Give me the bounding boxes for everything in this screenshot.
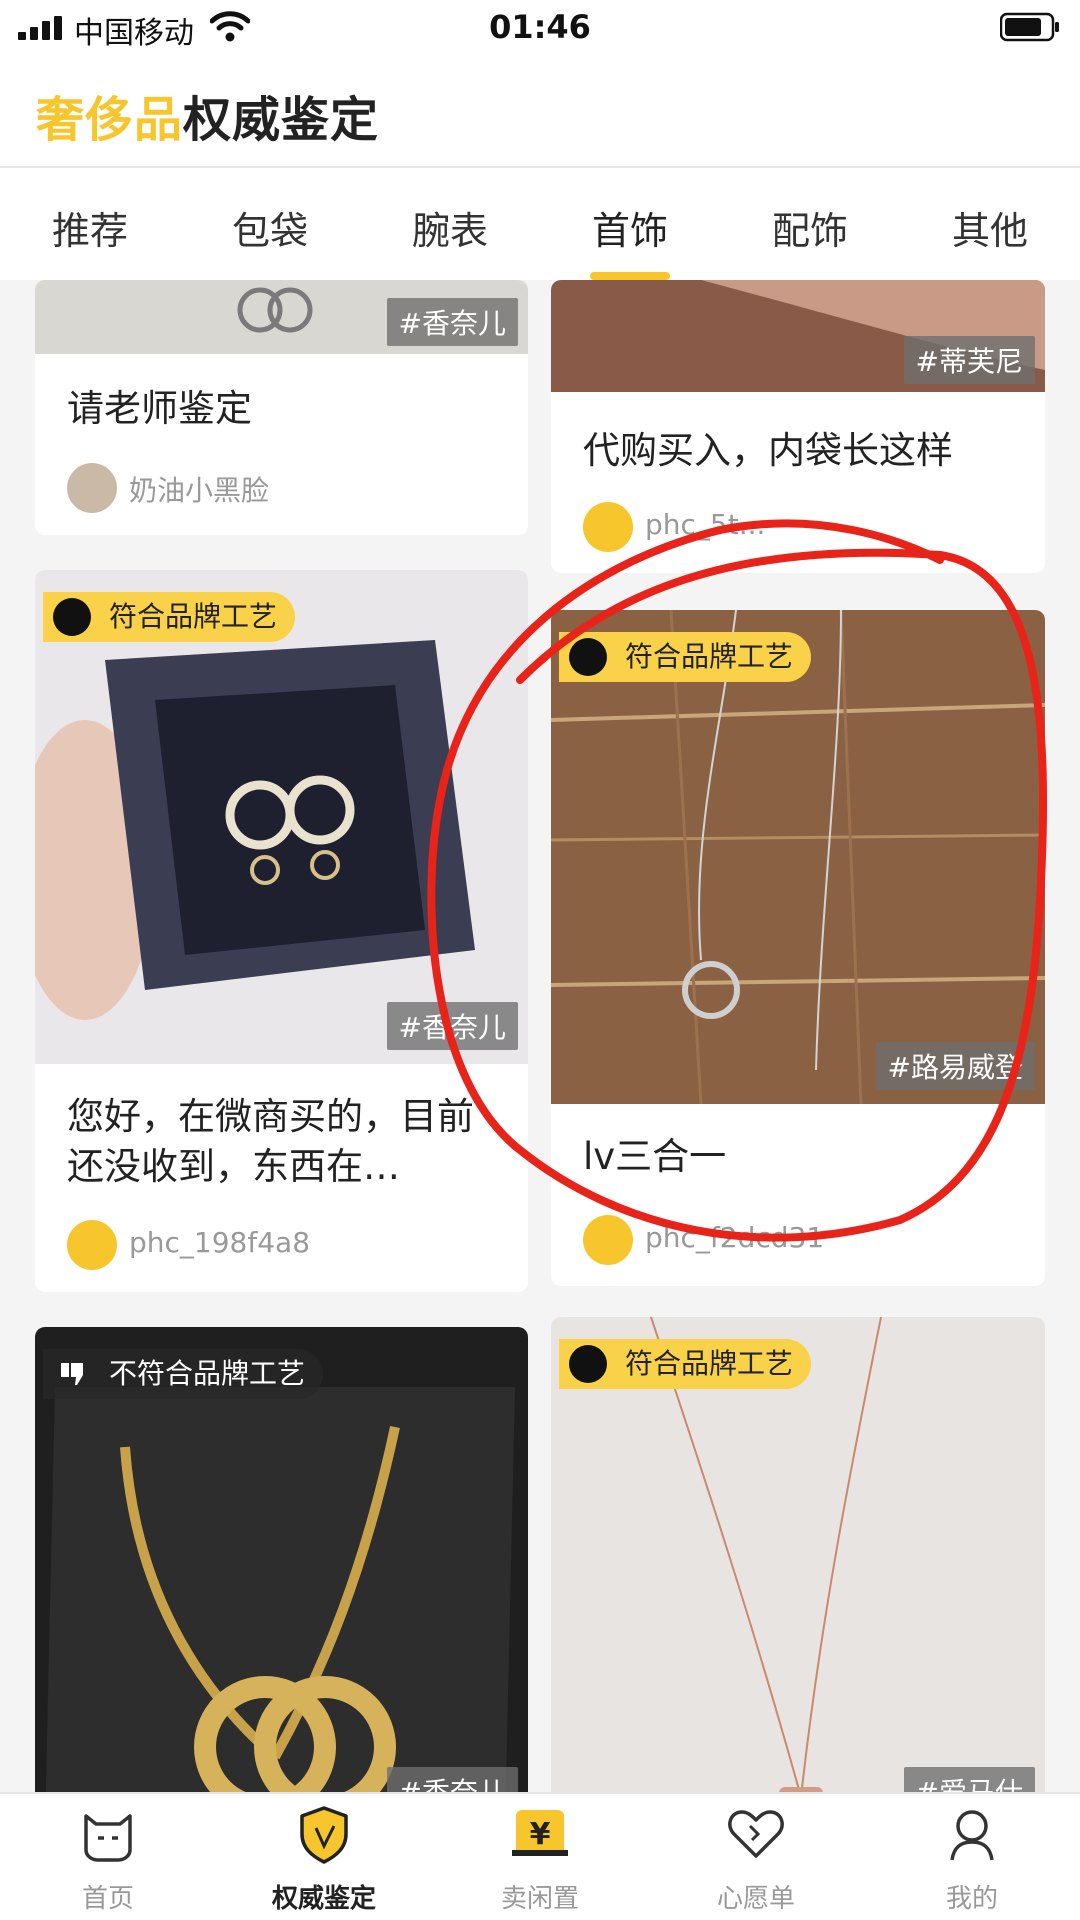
card-photo: 符合品牌工艺 #香奈儿 (35, 570, 528, 1064)
card-photo: 符合品牌工艺 #路易威登 (551, 610, 1045, 1104)
heart-icon (728, 1810, 784, 1858)
avatar (583, 1215, 633, 1265)
profile-icon (950, 1810, 994, 1861)
brand-tag: #爱马仕 (903, 1767, 1035, 1792)
username: phc_5t... (645, 508, 766, 541)
appraisal-card[interactable]: #香奈儿 请老师鉴定 奶油小黑脸 (35, 280, 528, 535)
nav-label: 权威鉴定 (271, 1884, 376, 1914)
yen-box-icon: ¥ (512, 1810, 568, 1856)
verdict-badge: 符合品牌工艺 (559, 632, 812, 682)
thumbs-up-icon (53, 598, 91, 636)
cat-face-icon (84, 1814, 132, 1862)
card-caption: 请老师鉴定 (67, 387, 252, 430)
svg-text:¥: ¥ (530, 1817, 551, 1852)
nav-home[interactable]: 首页 (28, 1794, 188, 1920)
thumbs-up-icon (569, 1345, 607, 1383)
thumbs-down-icon (61, 1363, 83, 1385)
appraisal-card[interactable]: 不符合品牌工艺 #香奈儿 (35, 1327, 528, 1792)
title-rest: 权威鉴定 (183, 92, 380, 148)
brand-tag: #香奈儿 (386, 1767, 518, 1792)
shield-icon (300, 1806, 348, 1864)
nav-wishlist[interactable]: 心愿单 (676, 1794, 836, 1920)
card-photo: #香奈儿 (35, 280, 528, 354)
tab-recommend[interactable]: 推荐 (30, 200, 150, 255)
brand-tag: #路易威登 (875, 1042, 1035, 1090)
nav-sell[interactable]: ¥ 卖闲置 (460, 1794, 620, 1920)
brand-tag: #香奈儿 (386, 298, 518, 346)
status-bar: 中国移动 01:46 (0, 0, 1080, 54)
appraisal-card[interactable]: 符合品牌工艺 #爱马仕 (551, 1317, 1045, 1792)
active-tab-indicator (590, 272, 670, 280)
nav-appraisal[interactable]: 权威鉴定 (244, 1794, 404, 1920)
tab-watches[interactable]: 腕表 (390, 200, 510, 255)
card-caption: 代购买入，内袋长这样 (583, 429, 953, 472)
nav-label: 我的 (945, 1884, 998, 1914)
verdict-label: 不符合品牌工艺 (109, 1357, 306, 1390)
avatar (583, 502, 633, 552)
appraisal-feed[interactable]: #香奈儿 请老师鉴定 奶油小黑脸 #蒂芙尼 代购买入，内袋长这样 phc_5t.… (0, 280, 1080, 1792)
verdict-label: 符合品牌工艺 (625, 640, 794, 673)
battery-icon (1000, 12, 1059, 42)
username: phc_f2dcd31 (645, 1221, 825, 1254)
nav-label: 心愿单 (716, 1884, 795, 1914)
avatar (67, 1220, 117, 1270)
appraisal-card[interactable]: #蒂芙尼 代购买入，内袋长这样 phc_5t... (551, 280, 1045, 573)
card-caption: 您好，在微商买的，目前还没收到，东西在… (67, 1095, 474, 1188)
card-photo: 符合品牌工艺 #爱马仕 (551, 1317, 1045, 1792)
category-tabs: 推荐 包袋 腕表 首饰 配饰 其他 (0, 168, 1080, 280)
tab-others[interactable]: 其他 (930, 200, 1050, 255)
tab-accessories[interactable]: 配饰 (750, 200, 870, 255)
card-photo: 不符合品牌工艺 #香奈儿 (35, 1327, 528, 1792)
tab-bags[interactable]: 包袋 (210, 200, 330, 255)
page-title: 奢侈品权威鉴定 (36, 80, 379, 150)
appraisal-card[interactable]: 符合品牌工艺 #路易威登 lv三合一 phc_f2dcd31 (551, 610, 1045, 1286)
verdict-label: 符合品牌工艺 (625, 1347, 794, 1380)
brand-tag: #蒂芙尼 (903, 336, 1035, 384)
card-caption: lv三合一 (583, 1135, 727, 1178)
appraisal-card[interactable]: 符合品牌工艺 #香奈儿 您好，在微商买的，目前还没收到，东西在… phc_198… (35, 570, 528, 1292)
username: phc_198f4a8 (129, 1226, 311, 1259)
thumbs-up-icon (569, 638, 607, 676)
app-header: 奢侈品权威鉴定 (0, 54, 1080, 168)
bottom-navigation: 首页 权威鉴定 ¥ 卖闲置 心愿单 我的 (0, 1792, 1080, 1920)
nav-label: 卖闲置 (500, 1884, 579, 1914)
avatar (67, 463, 117, 513)
brand-tag: #香奈儿 (386, 1002, 518, 1050)
clock: 01:46 (489, 8, 591, 46)
verdict-badge: 不符合品牌工艺 (43, 1349, 324, 1399)
tab-jewelry[interactable]: 首饰 (570, 200, 690, 255)
nav-label: 首页 (81, 1884, 134, 1914)
verdict-badge: 符合品牌工艺 (559, 1339, 812, 1389)
title-accent: 奢侈品 (36, 92, 184, 148)
verdict-badge: 符合品牌工艺 (43, 592, 296, 642)
card-photo: #蒂芙尼 (551, 280, 1045, 392)
username: 奶油小黑脸 (129, 474, 270, 507)
verdict-label: 符合品牌工艺 (109, 600, 278, 633)
nav-profile[interactable]: 我的 (892, 1794, 1052, 1920)
